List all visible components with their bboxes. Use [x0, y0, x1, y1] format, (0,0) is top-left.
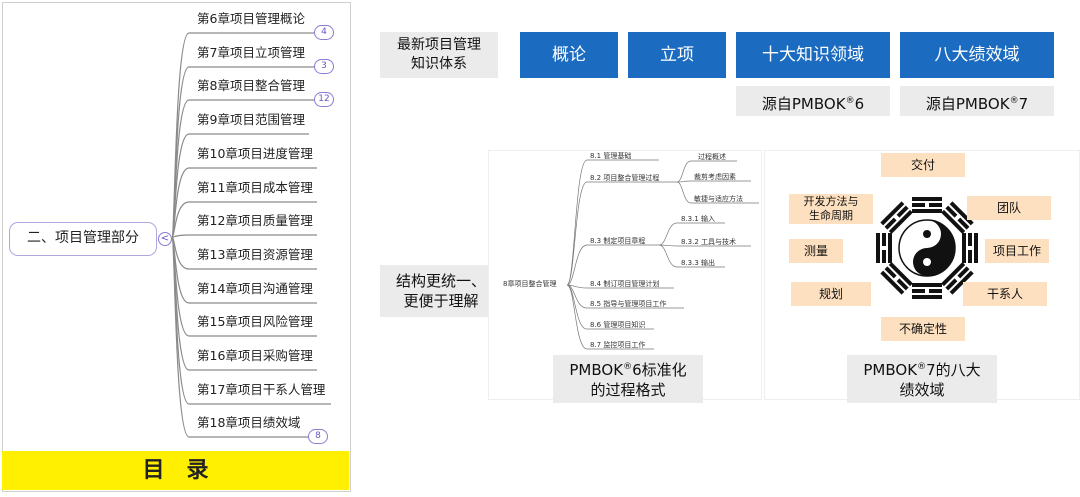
chapter-node[interactable]: 第14章项目沟通管理 [197, 279, 313, 299]
tree-subitem: 过程概述 [698, 153, 726, 161]
caption-suffix: 6标准化 [632, 361, 687, 379]
source-pmbok6-label: 源自PMBOK®6 [736, 86, 890, 116]
chapter-node[interactable]: 第18章项目绩效域 [197, 413, 300, 433]
chapter-node[interactable]: 第9章项目范围管理 [197, 110, 305, 130]
source-edition: 6 [854, 95, 865, 113]
child-count-badge[interactable]: 12 [314, 92, 334, 107]
chapter-node[interactable]: 第11章项目成本管理 [197, 178, 313, 198]
unify-structure-label: 结构更统一、 更便于理解 [380, 265, 502, 317]
domain-measurement: 测量 [789, 239, 843, 263]
pmbok7-caption-line2: 绩效域 [899, 381, 945, 399]
caption-suffix: 7的八大 [926, 361, 981, 379]
tag-eight-performance-domains: 八大绩效域 [900, 32, 1054, 78]
chapter-node[interactable]: 第15章项目风险管理 [197, 312, 313, 332]
tree-item: 8.4 制订项目管理计划 [590, 280, 660, 288]
chapter-node[interactable]: 第7章项目立项管理 [197, 43, 305, 63]
tree-item: 8.6 管理项目知识 [590, 321, 646, 329]
pmbok6-process-tree: 8章项目整合管理 8.1 管理基础 8.2 项目整合管理过程 8.3 制定项目章… [488, 150, 762, 403]
source-prefix: 源自PMBOK [925, 95, 1010, 113]
tree-item: 8.3 制定项目章程 [590, 237, 646, 245]
registered-mark: ® [1009, 96, 1019, 106]
registered-mark: ® [623, 362, 633, 372]
registered-mark: ® [917, 362, 927, 372]
tag-initiation: 立项 [628, 32, 726, 78]
tree-subitem: 8.3.1 输入 [681, 215, 716, 223]
domain-uncertainty: 不确定性 [881, 317, 965, 341]
chapter-node[interactable]: 第8章项目整合管理 [197, 76, 305, 96]
caption-prefix: PMBOK [569, 361, 624, 379]
caption-prefix: PMBOK [863, 361, 918, 379]
source-edition: 7 [1018, 95, 1029, 113]
knowledge-system-line2: 知识体系 [411, 56, 467, 72]
tree-item: 8.1 管理基础 [590, 152, 632, 160]
chapter-mindmap-panel: 二、项目管理部分 < 第6章项目管理概论 第7章项目立项管理 第8章项目整合管理… [2, 2, 351, 492]
domain-dev-line1: 开发方法与 [803, 195, 859, 208]
domain-team: 团队 [967, 196, 1051, 220]
tree-subitem: 8.3.3 输出 [681, 259, 716, 267]
domain-planning: 规划 [791, 282, 871, 306]
chapter-node[interactable]: 第6章项目管理概论 [197, 9, 305, 29]
child-count-badge[interactable]: 8 [308, 429, 328, 444]
domain-development-approach: 开发方法与 生命周期 [789, 194, 873, 224]
source-prefix: 源自PMBOK [761, 95, 846, 113]
pmbok6-caption-line1: PMBOK®6标准化 [553, 357, 703, 380]
tree-subitem: 8.3.2 工具与技术 [681, 238, 737, 246]
chapter-node[interactable]: 第12章项目质量管理 [197, 211, 313, 231]
tree-item: 8.2 项目整合管理过程 [590, 174, 660, 182]
pmbok7-domains-panel: 交付 开发方法与 生命周期 团队 测量 项目工作 规划 干系人 不确定性 PMB… [764, 150, 1080, 403]
unify-line2: 更便于理解 [403, 292, 479, 310]
chapter-node[interactable]: 第17章项目干系人管理 [197, 380, 325, 400]
knowledge-system-line1: 最新项目管理 [397, 37, 481, 53]
source-pmbok7-label: 源自PMBOK®7 [900, 86, 1054, 116]
tree-root: 8章项目整合管理 [503, 280, 557, 288]
pmbok7-caption: PMBOK®7的八大 绩效域 [847, 355, 997, 403]
collapse-toggle-icon[interactable]: < [158, 232, 172, 246]
domain-stakeholders: 干系人 [963, 282, 1047, 306]
domain-delivery: 交付 [881, 153, 965, 177]
tree-item: 8.5 指导与管理项目工作 [590, 300, 667, 308]
table-of-contents-bar: 目录 [2, 451, 349, 490]
pmbok6-caption-line2: 的过程格式 [590, 381, 666, 399]
tag-overview: 概论 [520, 32, 618, 78]
domain-dev-line2: 生命周期 [809, 209, 853, 222]
pmbok6-caption: PMBOK®6标准化 的过程格式 [553, 355, 703, 403]
unify-line1: 结构更统一、 [395, 272, 486, 290]
chapter-node[interactable]: 第16章项目采购管理 [197, 346, 313, 366]
chapter-node[interactable]: 第10章项目进度管理 [197, 144, 313, 164]
domain-project-work: 项目工作 [985, 239, 1049, 263]
child-count-badge[interactable]: 3 [314, 59, 334, 74]
child-count-badge[interactable]: 4 [314, 25, 334, 40]
tree-item: 8.7 监控项目工作 [590, 341, 646, 349]
registered-mark: ® [845, 96, 855, 106]
tree-subitem: 裁剪考虑因素 [694, 173, 736, 181]
pmbok7-caption-line1: PMBOK®7的八大 [847, 357, 997, 380]
tree-subitem: 敏捷与适应方法 [694, 195, 743, 203]
tag-ten-knowledge-areas: 十大知识领域 [736, 32, 890, 78]
knowledge-system-label: 最新项目管理 知识体系 [380, 32, 498, 78]
mindmap-root-node[interactable]: 二、项目管理部分 [9, 222, 157, 256]
connector-12 [171, 234, 190, 238]
chapter-node[interactable]: 第13章项目资源管理 [197, 245, 313, 265]
